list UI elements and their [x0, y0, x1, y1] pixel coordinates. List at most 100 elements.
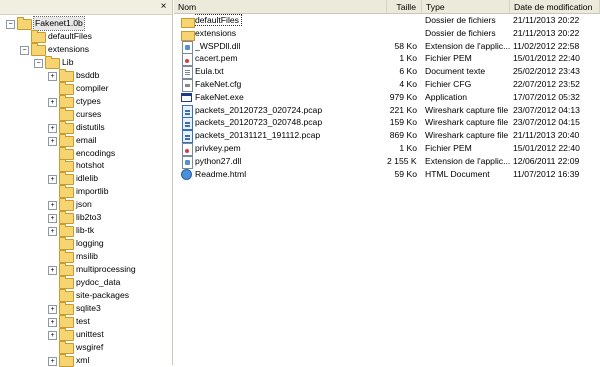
file-size-text: 1 Ko [399, 143, 417, 153]
tree-item-label: extensions [48, 43, 90, 54]
file-type-text: Wireshark capture file [425, 104, 509, 115]
html-file-icon [181, 168, 192, 180]
tree-item-label: logging [76, 238, 104, 249]
folder-icon [59, 185, 74, 199]
tree-item[interactable]: + unittest [0, 327, 170, 341]
tree-item[interactable]: hotshot [0, 159, 170, 173]
file-row[interactable]: packets_20131121_191112.pcap 869 Ko Wiresh… [174, 129, 600, 144]
expand-icon[interactable]: + [48, 330, 57, 340]
tree-item[interactable]: + bsddb [0, 68, 170, 82]
file-size: 1 Ko [387, 52, 417, 65]
tree-item[interactable]: − Lib [0, 55, 170, 69]
file-size-text: 979 Ko [389, 91, 417, 102]
file-date: 21/11/2013 20:22 [513, 27, 599, 40]
tree-item[interactable]: wsgiref [0, 340, 170, 354]
folder-icon [59, 327, 74, 341]
expand-icon[interactable]: + [48, 97, 57, 107]
folder-icon [59, 172, 74, 186]
file-date: 23/07/2012 04:15 [513, 116, 599, 129]
file-name: _WSPDll.dll [195, 40, 385, 53]
tree-item-label: importlib [76, 186, 109, 197]
folder-icon [59, 237, 74, 251]
expand-icon[interactable]: + [48, 136, 57, 146]
tree-item[interactable]: curses [0, 107, 170, 121]
file-name-text: FakeNet.cfg [195, 79, 242, 89]
file-row[interactable]: python27.dll 2 155 Ko Extension de l'appli… [174, 155, 600, 169]
file-row[interactable]: Readme.html 59 Ko HTML Document 11/07/2012 … [174, 168, 600, 181]
file-row[interactable]: FakeNet.exe 979 Ko Application 17/07/2012 0… [174, 91, 600, 104]
tree-item[interactable]: pydoc_data [0, 276, 170, 289]
column-header-type[interactable]: Type [422, 0, 510, 14]
expand-icon[interactable]: + [48, 304, 57, 314]
expand-icon[interactable]: + [48, 123, 57, 133]
folder-icon [31, 42, 46, 56]
tree-item[interactable]: + json [0, 198, 170, 212]
file-type: Wireshark capture file [425, 116, 510, 129]
file-type-text: Document texte [425, 66, 486, 77]
file-row[interactable]: packets_20120723_020748.pcap 159 Ko Wiresh… [174, 116, 600, 131]
expand-icon[interactable]: + [48, 317, 57, 327]
tree-item[interactable]: + email [0, 133, 170, 147]
tree-item-label: test [76, 315, 90, 326]
file-name: Readme.html [195, 168, 385, 181]
file-name: python27.dll [195, 155, 385, 168]
file-type-text: Wireshark capture file [425, 130, 509, 141]
file-date-text: 22/07/2012 23:52 [513, 79, 580, 89]
collapse-icon[interactable]: − [34, 58, 43, 68]
file-type-text: Fichier CFG [425, 79, 472, 89]
folder-icon [59, 120, 74, 134]
file-row[interactable]: cacert.pem 1 Ko Fichier PEM 15/01/2012 22:4… [174, 52, 600, 67]
expand-icon[interactable]: + [48, 175, 57, 185]
file-date: 15/01/2012 22:40 [513, 52, 599, 65]
collapse-icon[interactable]: − [20, 45, 29, 55]
file-row[interactable]: privkey.pem 1 Ko Fichier PEM 15/01/2012 22:… [174, 142, 600, 156]
file-date: 15/01/2012 22:40 [513, 142, 599, 155]
expand-icon[interactable]: + [48, 214, 57, 224]
file-date-text: 25/02/2012 23:43 [513, 66, 580, 77]
tree-item[interactable]: defaultFiles [0, 29, 170, 43]
file-row[interactable]: defaultFiles Dossier de fichiers 21/11/201… [174, 14, 600, 28]
folder-icon [181, 28, 195, 41]
tree-item[interactable]: − Fakenet1.0b [0, 16, 170, 31]
tree-item[interactable]: + test [0, 314, 170, 328]
tree-item[interactable]: − extensions [0, 42, 170, 56]
tree-item[interactable]: + lib-tk [0, 224, 170, 238]
file-date-text: 11/07/2012 16:39 [513, 168, 580, 179]
tree-item-label: Fakenet1.0b [33, 16, 85, 31]
tree-item[interactable]: + lib2to3 [0, 211, 170, 225]
file-row[interactable]: FakeNet.cfg 4 Ko Fichier CFG 22/07/2012 23:… [174, 78, 600, 92]
tree-item[interactable]: encodings [0, 146, 170, 160]
tree-item[interactable]: compiler [0, 81, 170, 95]
tree-item[interactable]: logging [0, 237, 170, 251]
file-row[interactable]: _WSPDll.dll 58 Ko Extension de l'applic...… [174, 40, 600, 54]
file-size-text: 159 Ko [389, 117, 417, 128]
file-size: 159 Ko [387, 116, 417, 129]
expand-icon[interactable]: + [48, 227, 57, 237]
tree-item[interactable]: + idlelib [0, 172, 170, 186]
file-row[interactable]: extensions Dossier de fichiers 21/11/2013 … [174, 27, 600, 41]
expand-icon[interactable]: + [48, 356, 57, 366]
tree-item[interactable]: importlib [0, 185, 170, 199]
tree-item[interactable]: + multiprocessing [0, 263, 170, 277]
expand-icon[interactable]: + [48, 201, 57, 211]
file-row[interactable]: Eula.txt 6 Ko Document texte 25/02/2012 23:… [174, 65, 600, 80]
folder-icon [31, 29, 46, 43]
tree-item-label: lib-tk [76, 225, 95, 236]
tree-item[interactable]: + ctypes [0, 94, 170, 108]
column-header-date[interactable]: Date de modification [510, 0, 600, 14]
file-type: Fichier PEM [425, 52, 510, 65]
file-name-text: defaultFiles [195, 14, 242, 26]
close-pane-button[interactable]: × [158, 1, 169, 12]
tree-item-label: hotshot [76, 160, 105, 171]
expand-icon[interactable]: + [48, 266, 57, 276]
expand-icon[interactable]: + [48, 71, 57, 81]
folder-tree: − Fakenet1.0b defaultFiles − extensions − Lib +… [0, 14, 172, 367]
tree-item[interactable]: site-packages [0, 288, 170, 302]
tree-item[interactable]: msilib [0, 250, 170, 264]
column-header-size[interactable]: Taille [387, 0, 422, 14]
file-row[interactable]: packets_20120723_020724.pcap 221 Ko Wiresh… [174, 104, 600, 118]
tree-item[interactable]: + sqlite3 [0, 301, 170, 315]
tree-item[interactable]: + distutils [0, 120, 170, 134]
column-header-name[interactable]: Nom [174, 0, 387, 14]
collapse-icon[interactable]: − [6, 20, 15, 29]
